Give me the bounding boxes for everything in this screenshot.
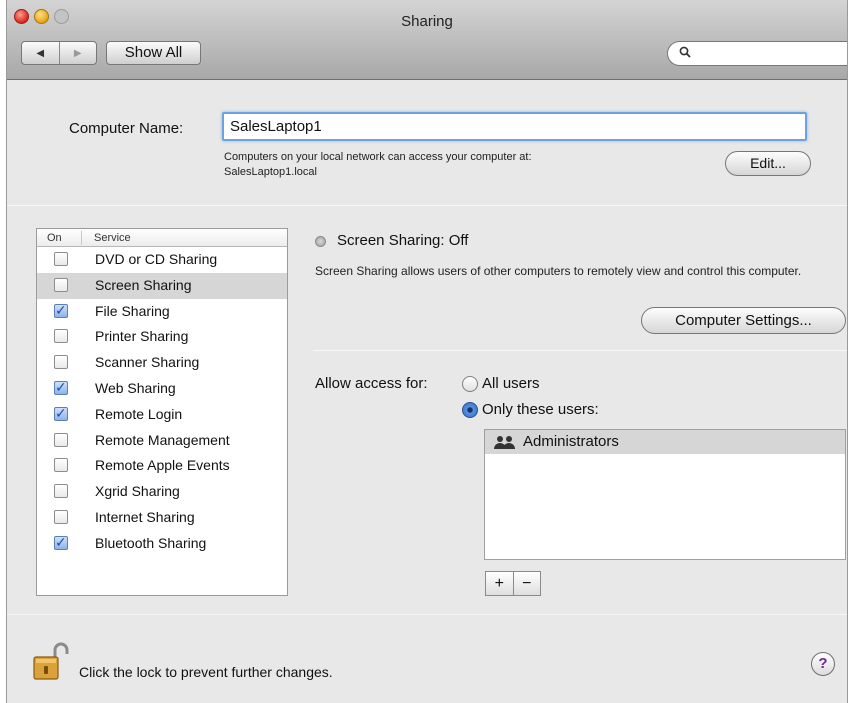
search-field[interactable] [667,41,847,66]
service-checkbox[interactable] [54,405,68,422]
service-checkbox[interactable] [54,302,68,319]
local-hostname: SalesLaptop1.local [224,166,317,178]
service-label: File Sharing [95,302,170,319]
services-list[interactable]: On Service DVD or CD Sharing Screen Shari… [36,228,288,596]
service-label: Remote Apple Events [95,457,230,474]
service-checkbox[interactable] [54,355,68,370]
show-all-button[interactable]: Show All [106,41,201,65]
service-status: Screen Sharing: Off [337,232,469,249]
service-label: Internet Sharing [95,508,195,525]
allow-access-label: Allow access for: [315,375,428,392]
divider [7,205,847,206]
service-checkbox[interactable] [54,379,68,396]
only-these-users-label[interactable]: Only these users: [482,401,599,418]
service-label: Scanner Sharing [95,354,200,371]
service-row[interactable]: Screen Sharing [37,272,287,299]
sharing-window: Sharing ◀ ▶ Show All Computer Name: Comp… [6,0,848,703]
user-row[interactable]: Administrators [485,430,845,454]
divider [7,614,847,615]
back-button[interactable]: ◀ [22,42,60,64]
service-checkbox[interactable] [54,484,68,499]
remove-user-button[interactable]: − [514,572,541,595]
service-label: Remote Management [95,431,230,448]
service-row[interactable]: DVD or CD Sharing [37,247,287,273]
service-label: DVD or CD Sharing [95,251,218,267]
services-list-header: On Service [37,229,287,247]
computer-name-help-line: Computers on your local network can acce… [224,151,532,163]
service-checkbox[interactable] [54,252,68,266]
unlocked-lock-icon[interactable] [31,640,69,682]
service-description: Screen Sharing allows users of other com… [315,264,802,278]
only-these-users-radio[interactable] [462,402,478,418]
service-checkbox[interactable] [54,277,68,292]
service-label: Bluetooth Sharing [95,534,207,551]
service-row[interactable]: Remote Apple Events [37,453,287,479]
service-row[interactable]: Remote Management [37,428,287,454]
column-divider [81,231,82,245]
service-row[interactable]: Web Sharing [37,376,287,402]
add-user-button[interactable]: + [486,572,514,595]
service-row[interactable]: Remote Login [37,402,287,428]
service-row[interactable]: Scanner Sharing [37,350,287,376]
computer-name-label: Computer Name: [69,120,184,137]
search-icon [679,46,691,58]
computer-settings-button[interactable]: Computer Settings... [641,307,846,334]
forward-arrow-icon: ▶ [73,47,82,59]
service-checkbox[interactable] [54,329,68,344]
divider [313,350,847,351]
column-header-on[interactable]: On [47,232,62,244]
service-label: Web Sharing [95,379,176,396]
computer-name-field[interactable] [222,112,807,141]
service-row[interactable]: File Sharing [37,299,287,325]
all-users-label[interactable]: All users [482,375,540,392]
forward-button[interactable]: ▶ [60,42,97,64]
service-label: Remote Login [95,405,183,422]
service-row[interactable]: Bluetooth Sharing [37,531,287,557]
group-icon [494,436,515,449]
help-button[interactable]: ? [811,652,835,676]
service-checkbox[interactable] [54,534,68,551]
all-users-radio[interactable] [462,376,478,392]
service-row[interactable]: Xgrid Sharing [37,479,287,505]
service-checkbox[interactable] [54,432,68,447]
edit-hostname-button[interactable]: Edit... [725,151,811,176]
service-row[interactable]: Printer Sharing [37,324,287,350]
service-label: Screen Sharing [95,276,192,293]
service-label: Printer Sharing [95,328,189,345]
computer-name-help: Computers on your local network can acce… [224,150,532,180]
service-row[interactable]: Internet Sharing [37,505,287,531]
user-list-buttons: + − [485,571,541,596]
users-list[interactable]: Administrators [484,429,846,560]
lock-message: Click the lock to prevent further change… [79,664,333,680]
nav-button-group: ◀ ▶ [21,41,97,65]
column-header-service[interactable]: Service [94,232,131,244]
services-rows: DVD or CD Sharing Screen Sharing File Shar… [37,247,287,557]
window-title: Sharing [401,13,453,30]
service-checkbox[interactable] [54,458,68,473]
toolbar: Sharing ◀ ▶ Show All [7,0,847,80]
service-checkbox[interactable] [54,509,68,524]
back-arrow-icon: ◀ [36,47,45,59]
user-name: Administrators [523,433,619,450]
status-indicator-icon [315,236,326,247]
service-label: Xgrid Sharing [95,483,180,500]
